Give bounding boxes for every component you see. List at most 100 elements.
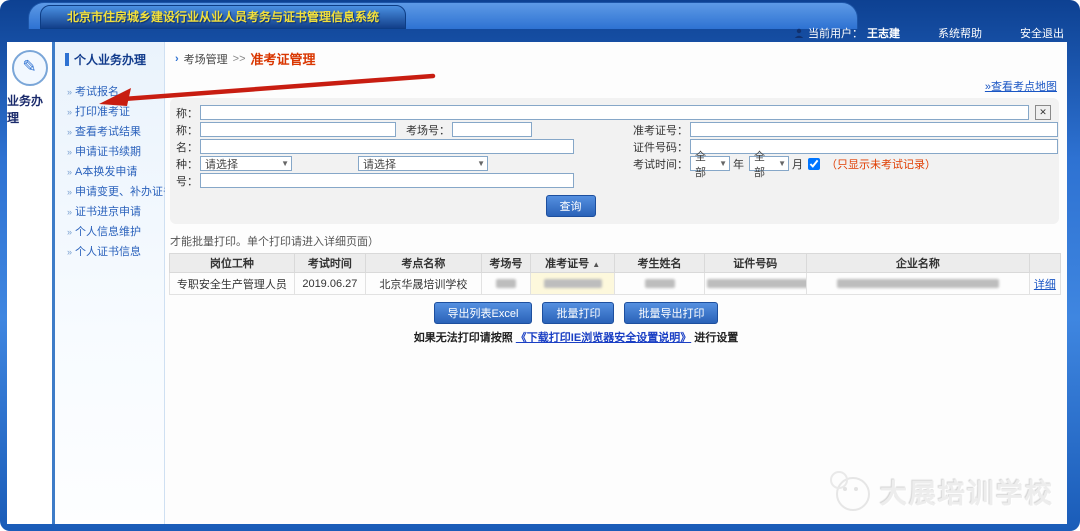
sidebar-item-label: A本换发申请 (75, 166, 137, 178)
chevron-down-icon: ▼ (477, 159, 485, 168)
tip-suffix: 进行设置 (694, 332, 738, 344)
not-taken-note: （只显示未考试记录） (826, 156, 936, 172)
col-candidate-name[interactable]: 考生姓名 (615, 254, 704, 273)
print-help-tip: 如果无法打印请按照 《下载打印IE浏览器安全设置说明》 进行设置 (125, 329, 1027, 345)
chevrons-icon: » (67, 147, 72, 157)
current-user-group: 当前用户： 王志建 (794, 25, 900, 41)
number-input[interactable] (200, 173, 574, 188)
sidebar-item-label: 申请证书续期 (75, 146, 141, 158)
col-company-name[interactable]: 企业名称 (807, 254, 1030, 273)
rail-label: 业务办理 (7, 92, 52, 126)
select-value: 请选择 (363, 156, 396, 172)
sidebar-item-a-book-apply[interactable]: »A本换发申请 (67, 162, 164, 182)
sidebar-item-label: 个人信息维护 (75, 226, 141, 238)
cell-candidate-name-redacted (615, 273, 704, 295)
breadcrumb-arrow-icon: › (175, 53, 179, 65)
col-ticket-no[interactable]: 准考证号 ▲ (530, 254, 615, 273)
sidebar-item-personal-certs[interactable]: »个人证书信息 (67, 242, 164, 262)
sidebar-item-cert-renewal[interactable]: »申请证书续期 (67, 142, 164, 162)
col-exam-date[interactable]: 考试时间 (294, 254, 365, 273)
batch-print-note: 才能批量打印。单个打印请进入详细页面） (170, 233, 1067, 249)
sidebar-item-exam-results[interactable]: »查看考试结果 (67, 122, 164, 142)
batch-export-print-button[interactable]: 批量导出打印 (624, 302, 718, 324)
field-label: 称： (174, 122, 198, 138)
not-taken-checkbox[interactable] (808, 158, 820, 170)
browser-settings-help-link[interactable]: 《下载打印IE浏览器安全设置说明》 (516, 332, 691, 344)
form-row-5: 号： (174, 172, 1051, 189)
watermark: 大展培训学校 (830, 471, 1054, 511)
form-row-3: 名： 证件号码： (174, 138, 1051, 155)
table-row[interactable]: 专职安全生产管理人员 2019.06.27 北京华晟培训学校 详细 (170, 273, 1061, 295)
cell-exam-room-redacted (481, 273, 530, 295)
select-value: 请选择 (205, 156, 238, 172)
query-button[interactable]: 查询 (546, 195, 596, 217)
site-name-input[interactable] (200, 139, 574, 154)
cell-exam-date: 2019.06.27 (294, 273, 365, 295)
sidebar-item-label: 打印准考证 (75, 106, 130, 118)
watermark-text: 大展培训学校 (880, 472, 1054, 511)
sidebar-item-label: 个人证书信息 (75, 246, 141, 258)
form-row-1: 称： ✕ (174, 104, 1051, 121)
system-help-link[interactable]: 系统帮助 (938, 25, 982, 41)
form-row-2: 称： 考场号： 准考证号： (174, 121, 1051, 138)
name-input-wide[interactable] (200, 105, 1029, 120)
current-user-name: 王志建 (867, 25, 900, 41)
current-user-label: 当前用户： (808, 25, 863, 41)
chevrons-icon: » (67, 107, 72, 117)
table-actions: 导出列表Excel 批量打印 批量导出打印 (125, 302, 1027, 324)
chevrons-icon: » (67, 247, 72, 257)
sidebar-item-personal-info[interactable]: »个人信息维护 (67, 222, 164, 242)
year-select[interactable]: 全部▼ (690, 156, 730, 171)
chevrons-icon: » (67, 207, 72, 217)
col-job-type[interactable]: 岗位工种 (170, 254, 295, 273)
business-pencil-icon[interactable]: ✎ (12, 50, 48, 86)
col-actions (1029, 254, 1060, 273)
export-excel-button[interactable]: 导出列表Excel (434, 302, 533, 324)
breadcrumb-separator: >> (233, 53, 246, 65)
logout-link[interactable]: 安全退出 (1020, 25, 1064, 41)
id-number-label: 证件号码： (626, 139, 688, 155)
cell-job-type: 专职安全生产管理人员 (170, 273, 295, 295)
col-exam-room[interactable]: 考场号 (481, 254, 530, 273)
exam-room-label: 考场号： (406, 122, 450, 138)
ticket-no-input[interactable] (690, 122, 1058, 137)
sidebar-item-label: 考试报名 (75, 86, 119, 98)
detail-link[interactable]: 详细 (1034, 279, 1056, 291)
sort-asc-icon: ▲ (592, 260, 600, 269)
chevrons-icon: » (67, 187, 72, 197)
job-type-select[interactable]: 请选择▼ (200, 156, 292, 171)
sidebar-item-print-ticket[interactable]: »打印准考证 (67, 102, 164, 122)
cell-exam-site: 北京华晟培训学校 (366, 273, 482, 295)
year-unit: 年 (733, 156, 744, 172)
chevrons-icon: » (67, 127, 72, 137)
cell-detail: 详细 (1029, 273, 1060, 295)
field-label: 名： (174, 139, 198, 155)
breadcrumb-parent[interactable]: 考场管理 (184, 51, 228, 67)
main-content: › 考场管理 >> 准考证管理 »查看考点地图 称： ✕ 称： 考 (165, 42, 1067, 524)
chevron-down-icon: ▼ (778, 159, 786, 168)
col-id-number[interactable]: 证件号码 (704, 254, 806, 273)
sidebar-item-exam-signup[interactable]: »考试报名 (67, 82, 164, 102)
admission-ticket-table: 岗位工种 考试时间 考点名称 考场号 准考证号 ▲ 考生姓名 证件号码 企业名称… (169, 253, 1061, 295)
month-select[interactable]: 全部▼ (749, 156, 789, 171)
sub-type-select[interactable]: 请选择 ▼ (358, 156, 488, 171)
chevron-down-icon: ▼ (719, 159, 727, 168)
user-bar: 当前用户： 王志建 系统帮助 安全退出 (794, 25, 1064, 41)
cell-id-number-redacted (704, 273, 806, 295)
name-input[interactable] (200, 122, 396, 137)
exam-time-label: 考试时间： (626, 156, 688, 172)
close-icon[interactable]: ✕ (1035, 105, 1051, 120)
chevrons-icon: » (67, 167, 72, 177)
col-exam-site[interactable]: 考点名称 (366, 254, 482, 273)
view-exam-site-map-link[interactable]: »查看考点地图 (985, 81, 1057, 93)
maplink-row: »查看考点地图 (165, 70, 1067, 94)
left-rail: ✎ 业务办理 (7, 42, 55, 524)
sidebar-menu: »考试报名 »打印准考证 »查看考试结果 »申请证书续期 »A本换发申请 »申请… (55, 82, 164, 262)
accent-bar-icon (65, 53, 69, 66)
batch-print-button[interactable]: 批量打印 (542, 302, 614, 324)
field-label: 号： (174, 173, 198, 189)
window-frame: 北京市住房城乡建设行业从业人员考务与证书管理信息系统 当前用户： 王志建 系统帮… (0, 0, 1080, 531)
id-number-input[interactable] (690, 139, 1058, 154)
month-unit: 月 (792, 156, 803, 172)
exam-room-input[interactable] (452, 122, 532, 137)
